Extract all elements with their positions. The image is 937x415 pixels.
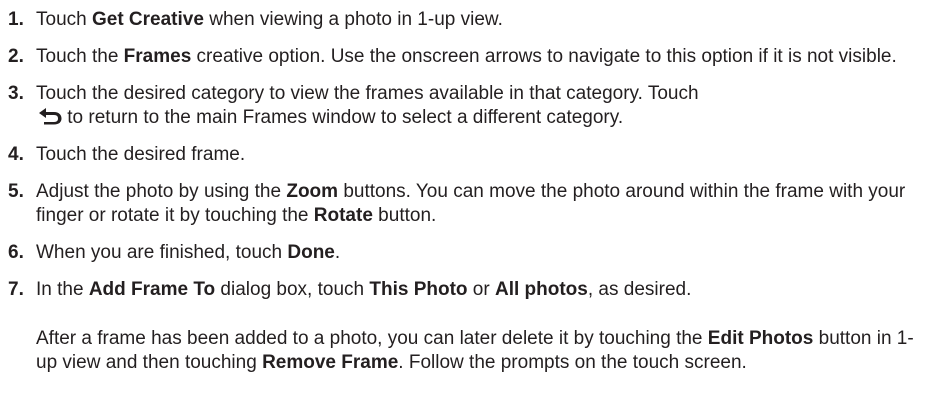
step-text: Touch the desired category to view the f… [36,83,699,104]
step-4: 4. Touch the desired frame. [0,143,937,167]
step-number: 6. [8,242,24,263]
ui-term-done: Done [287,242,335,263]
ui-term-all-photos: All photos [494,279,588,300]
note-text: After a frame has been added to a photo,… [36,328,708,349]
step-text: Touch the [36,46,124,67]
step-text: In the [36,279,89,300]
back-arrow-icon [39,108,62,125]
ui-term-add-frame-to: Add Frame To [88,279,216,300]
step-7: 7. In the Add Frame To dialog box, touch… [0,278,937,302]
ui-term-rotate: Rotate [313,205,373,226]
step-text: Adjust the photo by using the [36,181,287,202]
step-number: 7. [8,279,24,300]
note-paragraph: After a frame has been added to a photo,… [36,327,931,375]
step-number: 4. [8,144,24,165]
step-number: 1. [8,9,24,30]
ui-term-zoom: Zoom [286,181,339,202]
step-text: dialog box, touch [215,279,370,300]
step-text: Touch [36,9,92,30]
step-number: 5. [8,181,24,202]
step-5: 5. Adjust the photo by using the Zoom bu… [0,180,937,228]
step-text: Touch the desired frame. [36,144,246,165]
step-number: 2. [8,46,24,67]
step-text: , as desired. [587,279,692,300]
step-text: . [334,242,341,263]
instruction-steps: 1. Touch Get Creative when viewing a pho… [0,0,937,315]
step-text: or [467,279,495,300]
step-1: 1. Touch Get Creative when viewing a pho… [0,8,937,32]
ui-term-remove-frame: Remove Frame [262,352,399,373]
step-6: 6. When you are finished, touch Done. [0,241,937,265]
step-text: When you are finished, touch [36,242,288,263]
note-text: . Follow the prompts on the touch screen… [398,352,747,373]
ui-term-get-creative: Get Creative [91,9,204,30]
step-text: creative option. Use the onscreen arrows… [191,46,897,67]
step-2: 2. Touch the Frames creative option. Use… [0,45,937,69]
ui-term-frames: Frames [123,46,192,67]
step-text: when viewing a photo in 1-up view. [203,9,503,30]
step-3: 3. Touch the desired category to view th… [0,82,937,130]
ui-term-edit-photos: Edit Photos [707,328,814,349]
step-number: 3. [8,83,24,104]
step-text: button. [372,205,437,226]
step-text: to return to the main Frames window to s… [62,107,624,128]
ui-term-this-photo: This Photo [369,279,468,300]
